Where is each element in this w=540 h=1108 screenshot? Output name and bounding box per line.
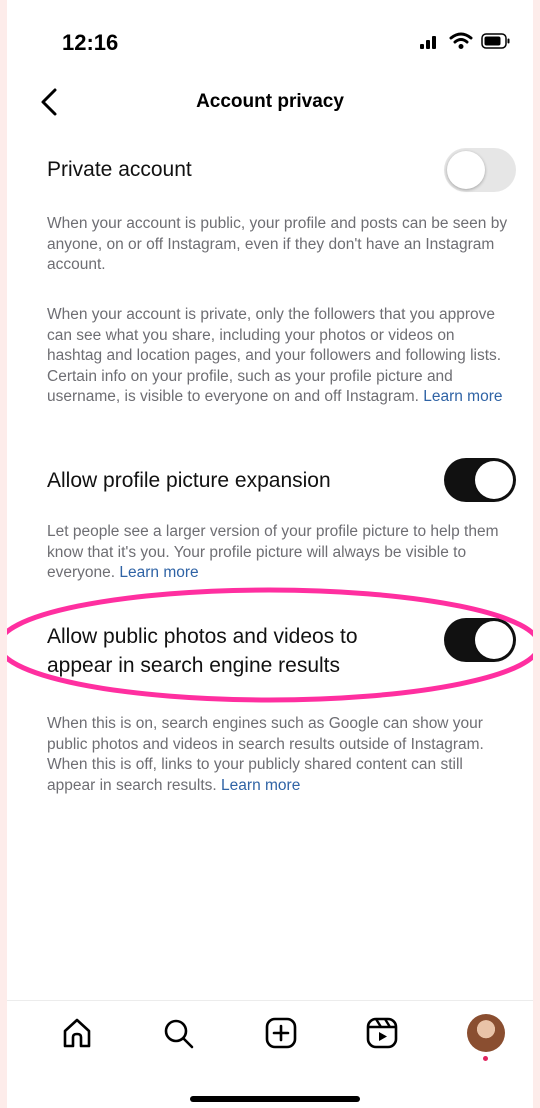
tab-create[interactable] — [263, 1015, 299, 1051]
create-icon — [265, 1017, 297, 1049]
tab-home[interactable] — [59, 1015, 95, 1051]
private-account-private-description: When your account is private, only the f… — [47, 305, 512, 408]
battery-icon — [481, 33, 510, 49]
search-engine-results-label-line2: appear in search engine results — [47, 654, 341, 677]
status-bar: 12:16 — [7, 0, 533, 70]
bottom-tab-bar — [7, 1000, 533, 1067]
toggle-knob — [475, 461, 513, 499]
status-icons — [419, 32, 511, 50]
private-account-label: Private account — [47, 158, 192, 181]
toggle-knob — [447, 151, 485, 189]
search-engine-results-label: Allow public photos and videos to appear… — [47, 622, 358, 680]
profile-picture-expansion-description: Let people see a larger version of your … — [47, 522, 512, 584]
search-engine-results-description: When this is on, search engines such as … — [47, 714, 512, 796]
reels-icon — [366, 1017, 398, 1049]
page-title: Account privacy — [196, 91, 344, 112]
search-engine-results-label-line1: Allow public photos and videos to — [47, 625, 358, 648]
home-indicator[interactable] — [190, 1096, 360, 1102]
profile-picture-expansion-label: Allow profile picture expansion — [47, 469, 331, 492]
tab-search[interactable] — [160, 1015, 196, 1051]
private-account-public-description: When your account is public, your profil… — [47, 215, 508, 273]
phone-screen: 12:16 Account privacy Private account Wh… — [7, 0, 533, 1108]
learn-more-link[interactable]: Learn more — [423, 388, 502, 405]
search-icon — [164, 1019, 194, 1049]
wifi-icon — [449, 32, 473, 49]
signal-icon — [420, 36, 436, 49]
nav-header: Account privacy — [7, 78, 533, 128]
tab-reels[interactable] — [364, 1015, 400, 1051]
search-engine-results-toggle[interactable] — [444, 618, 516, 662]
toggle-knob — [475, 621, 513, 659]
status-time: 12:16 — [62, 30, 119, 55]
learn-more-link[interactable]: Learn more — [119, 564, 198, 581]
profile-picture-expansion-toggle[interactable] — [444, 458, 516, 502]
notification-dot — [483, 1056, 488, 1061]
home-icon — [63, 1018, 91, 1048]
profile-picture-expansion-text: Let people see a larger version of your … — [47, 523, 499, 581]
learn-more-link[interactable]: Learn more — [221, 777, 300, 794]
private-account-toggle[interactable] — [444, 148, 516, 192]
profile-avatar[interactable] — [467, 1014, 505, 1052]
